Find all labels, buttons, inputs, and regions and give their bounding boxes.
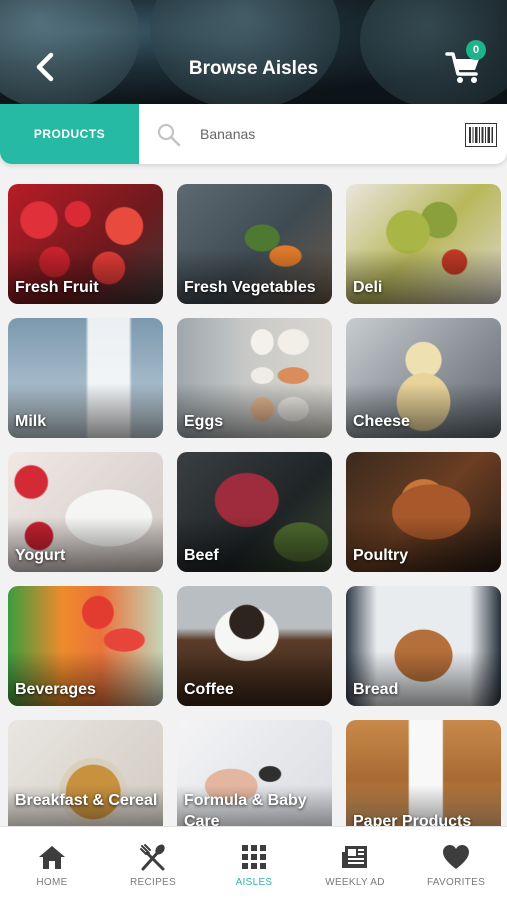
aisle-label: Fresh Fruit: [15, 279, 99, 296]
header-banner: Browse Aisles 0: [0, 0, 507, 104]
aisle-tile-milk[interactable]: Milk: [8, 318, 163, 438]
aisle-label: Breakfast & Cereal: [15, 792, 158, 809]
nav-label: RECIPES: [129, 877, 176, 888]
search-bar: PRODUCTS: [0, 104, 507, 164]
aisle-tile-bread[interactable]: Bread: [346, 586, 501, 706]
aisle-label: Coffee: [184, 681, 234, 698]
aisle-label: Cheese: [353, 413, 410, 430]
nav-label: AISLES: [235, 877, 273, 888]
aisle-tile-paper-products[interactable]: Paper Products: [346, 720, 501, 826]
banner-decoration: [0, 0, 140, 104]
aisle-tile-formula-baby-care[interactable]: Formula & Baby Care: [177, 720, 332, 826]
nav-favorites[interactable]: FAVORITES: [406, 827, 506, 900]
aisle-tile-eggs[interactable]: Eggs: [177, 318, 332, 438]
cart-button[interactable]: 0: [444, 40, 488, 86]
banner-decoration: [150, 0, 340, 104]
aisle-tile-beverages[interactable]: Beverages: [8, 586, 163, 706]
cart-count-badge: 0: [466, 40, 486, 60]
aisle-tile-cheese[interactable]: Cheese: [346, 318, 501, 438]
barcode-scan-button[interactable]: [464, 122, 498, 148]
aisle-grid: Fresh Fruit Fresh Vegetables Deli Milk E…: [8, 184, 502, 826]
aisle-tile-yogurt[interactable]: Yogurt: [8, 452, 163, 572]
aisle-label: Beef: [184, 547, 219, 564]
nav-weekly-ad[interactable]: WEEKLY AD: [305, 827, 405, 900]
aisle-tile-coffee[interactable]: Coffee: [177, 586, 332, 706]
page-title: Browse Aisles: [188, 58, 319, 79]
aisle-tile-breakfast-cereal[interactable]: Breakfast & Cereal: [8, 720, 163, 826]
nav-label: WEEKLY AD: [325, 877, 385, 888]
aisle-label: Eggs: [184, 413, 224, 430]
aisle-tile-poultry[interactable]: Poultry: [346, 452, 501, 572]
aisle-label: Poultry: [353, 547, 409, 564]
heart-icon: [442, 843, 470, 871]
search-input[interactable]: [200, 118, 450, 150]
aisle-tile-deli[interactable]: Deli: [346, 184, 501, 304]
aisle-tile-beef[interactable]: Beef: [177, 452, 332, 572]
aisle-tile-fresh-fruit[interactable]: Fresh Fruit: [8, 184, 163, 304]
newspaper-icon: [341, 843, 369, 871]
home-icon: [38, 843, 66, 871]
products-tab[interactable]: PRODUCTS: [0, 104, 139, 164]
aisle-tile-fresh-vegetables[interactable]: Fresh Vegetables: [177, 184, 332, 304]
aisle-label: Milk: [15, 413, 47, 430]
bottom-nav: HOME RECIPES AISLES WEEKLY AD FAVORITES: [0, 826, 507, 900]
aisle-label: Yogurt: [15, 547, 66, 564]
grid-icon: [240, 843, 268, 871]
nav-home[interactable]: HOME: [2, 827, 102, 900]
aisle-label: Formula & Baby Care: [184, 792, 307, 826]
nav-label: HOME: [36, 877, 68, 888]
aisle-label: Fresh Vegetables: [184, 279, 316, 296]
nav-label: FAVORITES: [426, 877, 486, 888]
nav-aisles[interactable]: AISLES: [204, 827, 304, 900]
aisle-label: Deli: [353, 279, 383, 296]
nav-recipes[interactable]: RECIPES: [103, 827, 203, 900]
search-icon: [156, 122, 182, 148]
barcode-icon: [465, 123, 497, 147]
aisle-label: Beverages: [15, 681, 96, 698]
utensils-icon: [139, 843, 167, 871]
aisle-label: Bread: [353, 681, 399, 698]
aisle-label: Paper Products: [353, 813, 472, 826]
